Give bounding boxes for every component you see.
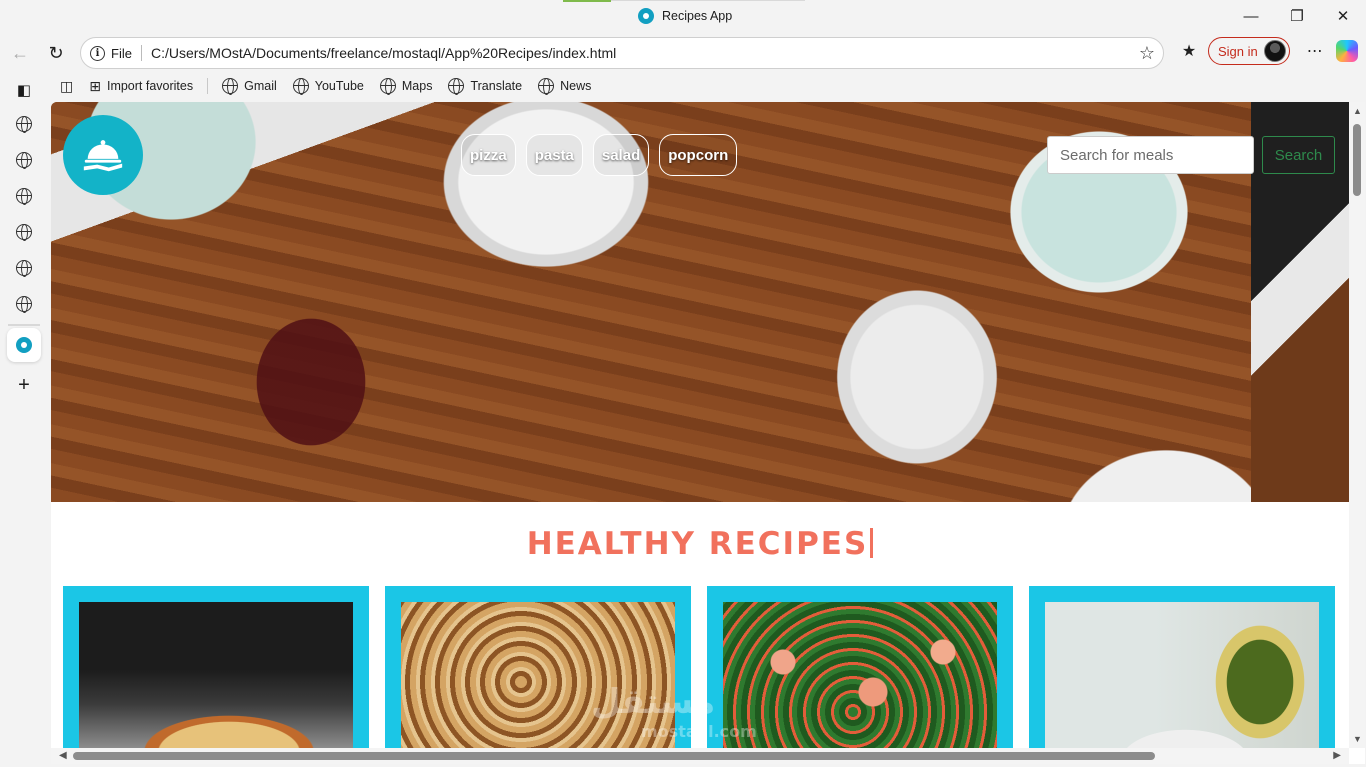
sidebar-globe-icon[interactable] (14, 294, 34, 314)
horizontal-scroll-thumb[interactable] (73, 752, 1155, 760)
scroll-down-icon[interactable]: ▼ (1353, 734, 1362, 744)
recipe-card[interactable] (1029, 586, 1335, 764)
browser-toolbar: ★ Sign in ⋯ (1176, 37, 1360, 65)
favorite-label: News (560, 79, 592, 93)
address-bar-row: ← ↻ i File C:/Users/MOstA/Documents/free… (0, 34, 1366, 72)
tab-divider (611, 0, 805, 1)
watermark: مستقل mostaql.com (591, 682, 757, 741)
globe-icon (538, 78, 555, 95)
sidebar-globe-icon[interactable] (14, 150, 34, 170)
avatar (1263, 40, 1286, 62)
category-popcorn[interactable]: popcorn (659, 134, 738, 176)
sidebar-globe-icon[interactable] (14, 258, 34, 278)
window-title: Recipes App (662, 9, 733, 23)
favorite-label: YouTube (314, 79, 364, 93)
logo[interactable] (63, 115, 143, 195)
window-titlebar: Recipes App — ❐ ✕ (0, 0, 1366, 34)
sidebar-toggle-icon[interactable]: ◧ (14, 80, 34, 100)
tab-accent (563, 0, 611, 2)
info-icon[interactable]: i (90, 45, 105, 61)
category-pasta[interactable]: pasta (525, 134, 583, 176)
more-menu-icon[interactable]: ⋯ (1302, 38, 1328, 64)
url-scheme-label: File (111, 45, 132, 61)
search-button[interactable]: Search (1262, 136, 1335, 174)
scroll-left-icon[interactable]: ◀ (59, 750, 67, 761)
favorite-label: Maps (401, 79, 433, 93)
scroll-up-icon[interactable]: ▲ (1353, 106, 1362, 116)
sidebar-globe-icon[interactable] (14, 114, 34, 134)
scroll-right-icon[interactable]: ▶ (1333, 750, 1341, 761)
category-buttons: pizza pasta salad popcorn (461, 134, 738, 176)
watermark-arabic: مستقل (591, 682, 716, 722)
close-button[interactable]: ✕ (1320, 0, 1366, 32)
add-tab-icon[interactable]: + (14, 374, 34, 396)
recipes-app-icon (16, 337, 32, 353)
vertical-scrollbar[interactable]: ▲ ▼ (1349, 102, 1365, 748)
restore-button[interactable]: ❐ (1274, 0, 1320, 32)
globe-icon (292, 78, 309, 95)
globe-icon (222, 78, 239, 95)
favorite-label: Gmail (244, 79, 277, 93)
section-title: HEALTHY RECIPES (51, 526, 1349, 562)
url-separator (140, 45, 142, 61)
sign-in-label: Sign in (1218, 43, 1258, 59)
recipe-image[interactable] (79, 602, 353, 764)
favorite-star-icon[interactable]: ☆ (1139, 43, 1155, 64)
favorite-gmail[interactable]: Gmail (222, 78, 277, 95)
tab-actions-icon[interactable]: ◫ (60, 78, 73, 95)
recipe-image[interactable] (723, 602, 997, 764)
favorite-maps[interactable]: Maps (379, 78, 433, 95)
hero-banner: pizza pasta salad popcorn Search (51, 102, 1349, 502)
back-arrow-icon[interactable]: ← (6, 40, 34, 66)
minimize-button[interactable]: — (1228, 0, 1274, 32)
favorite-label: Translate (470, 79, 523, 93)
import-favorites[interactable]: ⊞ Import favorites (89, 78, 193, 95)
typing-caret (870, 528, 874, 558)
favorites-bar: ◫ ⊞ Import favorites Gmail YouTube Maps … (52, 72, 607, 100)
globe-icon (448, 78, 465, 95)
globe-icon (379, 78, 396, 95)
address-bar[interactable]: i File C:/Users/MOstA/Documents/freelanc… (80, 37, 1164, 69)
copilot-icon (1335, 40, 1358, 62)
browser-sidebar: ◧ + (0, 76, 48, 767)
watermark-latin: mostaql.com (641, 722, 757, 741)
favorites-icon[interactable]: ★ (1176, 38, 1202, 64)
page-viewport: pizza pasta salad popcorn Search HEALTHY… (51, 102, 1365, 764)
section-title-text: HEALTHY RECIPES (526, 526, 869, 562)
window-controls: — ❐ ✕ (1228, 0, 1366, 32)
url-text[interactable]: C:/Users/MOstA/Documents/freelance/mosta… (151, 45, 616, 61)
import-icon: ⊞ (89, 77, 101, 94)
refresh-icon[interactable]: ↻ (42, 40, 70, 66)
globe-icon (16, 296, 32, 313)
recipe-card[interactable] (63, 586, 369, 764)
sidebar-globe-icon[interactable] (14, 186, 34, 206)
sidebar-divider (8, 324, 40, 326)
sign-in-button[interactable]: Sign in (1208, 37, 1290, 65)
copilot-icon-wrap[interactable] (1334, 38, 1360, 64)
globe-icon (16, 116, 32, 133)
favorite-news[interactable]: News (538, 78, 592, 95)
vertical-scroll-thumb[interactable] (1353, 124, 1361, 196)
recipe-image[interactable] (1045, 602, 1319, 764)
favorites-separator (207, 78, 209, 94)
globe-icon (16, 152, 32, 169)
globe-icon (16, 260, 32, 277)
horizontal-scrollbar[interactable]: ◀ ▶ (51, 748, 1349, 764)
globe-icon (16, 188, 32, 205)
category-salad[interactable]: salad (592, 134, 650, 176)
favorite-youtube[interactable]: YouTube (292, 78, 364, 95)
search-input[interactable] (1047, 136, 1254, 174)
window-title-group: Recipes App (638, 8, 732, 24)
globe-icon (16, 224, 32, 241)
recipes-app-icon (638, 8, 654, 24)
import-favorites-label: Import favorites (106, 79, 194, 93)
cloche-icon (83, 140, 123, 172)
sidebar-globe-icon[interactable] (14, 222, 34, 242)
favorite-translate[interactable]: Translate (448, 78, 523, 95)
category-pizza[interactable]: pizza (461, 134, 516, 176)
sidebar-recipes-icon[interactable] (14, 335, 34, 355)
